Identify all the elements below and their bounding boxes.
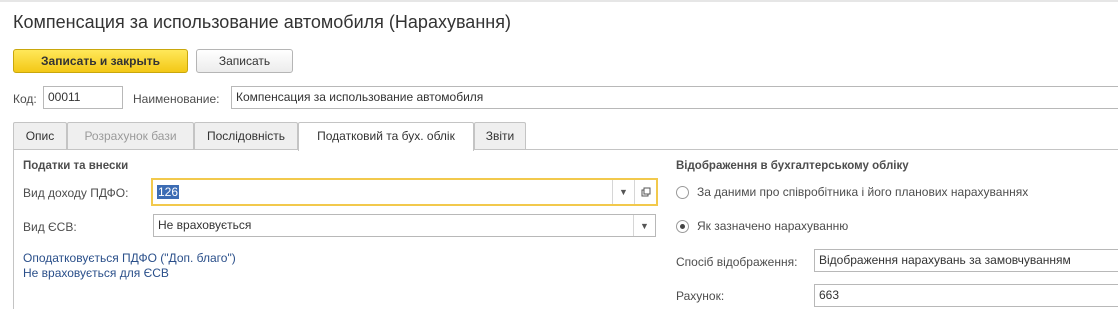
- account-field[interactable]: 663: [814, 284, 1118, 307]
- tab-opys[interactable]: Опис: [13, 122, 67, 150]
- pdfo-value: 126: [157, 185, 180, 199]
- radio-by-employee[interactable]: [676, 186, 689, 199]
- open-form-icon[interactable]: [634, 180, 656, 204]
- accounting-section-title: Відображення в бухгалтерському обліку: [676, 160, 909, 172]
- method-field[interactable]: Відображення нарахувань за замовчуванням: [814, 249, 1118, 272]
- pdfo-label: Вид доходу ПДФО:: [23, 186, 129, 200]
- esv-label: Вид ЄСВ:: [23, 220, 77, 234]
- pdfo-taxation-note: Оподатковується ПДФО ("Доп. благо"): [23, 251, 236, 265]
- panel-border: [13, 149, 14, 309]
- tab-sequence[interactable]: Послідовність: [194, 122, 298, 150]
- tab-tax-accounting[interactable]: Податковий та бух. облік: [298, 122, 474, 151]
- code-label: Код:: [13, 92, 37, 106]
- save-and-close-button[interactable]: Записать и закрыть: [13, 49, 188, 73]
- method-value: Відображення нарахувань за замовчуванням: [819, 253, 1071, 267]
- save-button[interactable]: Записать: [196, 49, 293, 73]
- tab-divider: [13, 149, 1118, 150]
- radio-as-specified-label: Як зазначено нарахуванню: [697, 219, 849, 233]
- esv-type-field[interactable]: Не враховується ▼: [153, 214, 656, 237]
- name-value: Компенсация за использование автомобиля: [236, 90, 484, 104]
- method-label: Спосіб відображення:: [676, 255, 798, 269]
- tab-reports[interactable]: Звіти: [474, 122, 526, 150]
- account-label: Рахунок:: [676, 289, 725, 303]
- account-value: 663: [819, 288, 840, 302]
- name-label: Наименование:: [133, 92, 220, 106]
- name-field[interactable]: Компенсация за использование автомобиля: [231, 86, 1118, 109]
- chevron-down-icon[interactable]: ▼: [633, 215, 655, 236]
- esv-value: Не враховується: [158, 218, 252, 232]
- radio-by-employee-label: За даними про співробітника і його плано…: [697, 185, 1029, 199]
- esv-note: Не враховується для ЄСВ: [23, 266, 169, 280]
- chevron-down-icon[interactable]: ▼: [612, 180, 634, 204]
- tab-base-calculation[interactable]: Розрахунок бази: [67, 122, 194, 150]
- window-top-border: [0, 0, 1118, 2]
- taxes-section-title: Податки та внески: [23, 160, 129, 172]
- radio-as-specified[interactable]: [676, 220, 689, 233]
- page-title: Компенсация за использование автомобиля …: [13, 12, 511, 32]
- code-value: 00011: [48, 90, 81, 104]
- pdfo-income-type-field[interactable]: 126 ▼: [151, 178, 658, 206]
- code-field[interactable]: 00011: [43, 86, 123, 109]
